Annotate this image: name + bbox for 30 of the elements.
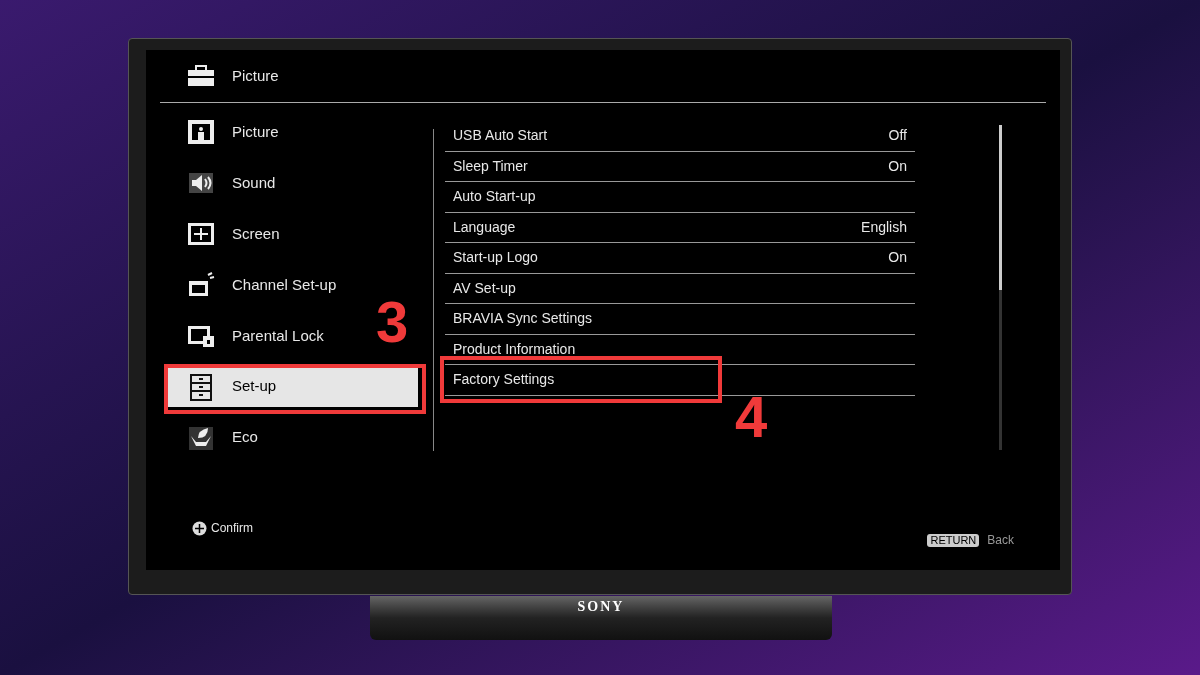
plus-button-icon xyxy=(192,520,207,536)
return-key: RETURN xyxy=(927,533,980,547)
setting-value: On xyxy=(888,248,907,268)
settings-row[interactable]: BRAVIA Sync Settings xyxy=(445,304,915,335)
setting-value: Off xyxy=(888,126,907,146)
menu-category[interactable]: Screen xyxy=(168,214,358,255)
settings-row[interactable]: USB Auto Start Off xyxy=(445,121,915,152)
settings-row[interactable]: Start-up Logo On xyxy=(445,243,915,274)
scrollbar-thumb[interactable] xyxy=(999,125,1002,290)
menu-category[interactable]: Set-up xyxy=(168,366,418,407)
menu-category[interactable]: Channel Set-up xyxy=(168,265,358,305)
step-number: 3 xyxy=(376,290,409,354)
settings-row[interactable]: AV Set-up xyxy=(445,273,915,304)
settings-row[interactable]: Factory Settings xyxy=(445,365,915,396)
settings-row[interactable]: Product Information xyxy=(445,334,915,365)
tv-antenna-icon xyxy=(186,271,216,299)
settings-row[interactable]: Sleep Timer On xyxy=(445,151,915,182)
brand-logo: SONY xyxy=(577,598,625,616)
menu-title: Picture xyxy=(232,65,279,86)
confirm-hint: Confirm xyxy=(211,520,253,537)
back-hint: Back xyxy=(987,532,1014,549)
menu-category[interactable]: Picture xyxy=(168,112,358,153)
menu-category[interactable]: Parental Lock xyxy=(168,315,358,356)
picture-icon xyxy=(186,118,216,147)
menu-category[interactable]: Eco xyxy=(168,417,358,458)
menu-category[interactable]: Sound xyxy=(168,163,358,204)
settings-row[interactable]: Auto Start-up xyxy=(445,182,915,213)
setting-value: English xyxy=(861,217,907,237)
settings-row[interactable]: Language English xyxy=(445,212,915,243)
setting-value: On xyxy=(888,156,907,176)
